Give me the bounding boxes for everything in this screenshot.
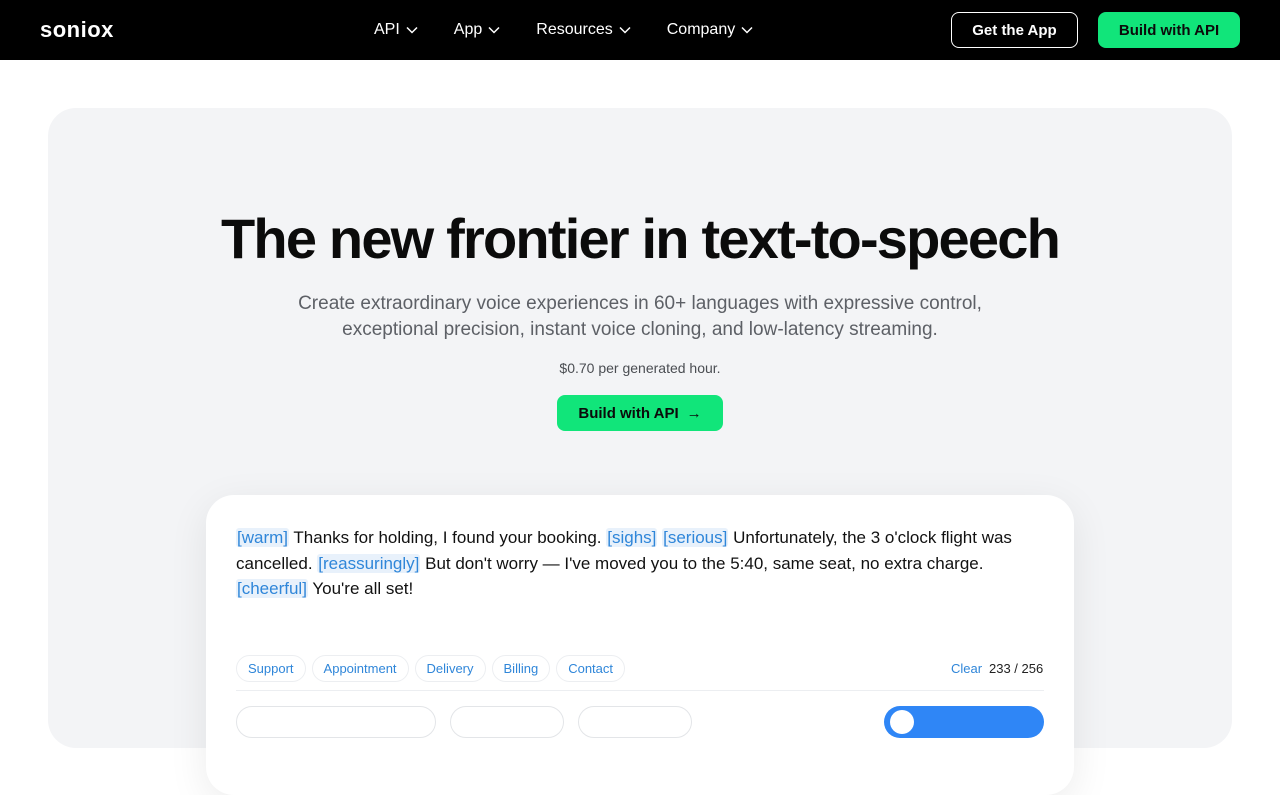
divider (236, 690, 1044, 691)
preset-chip-contact[interactable]: Contact (556, 655, 626, 682)
menu-item-api[interactable]: API (374, 21, 418, 39)
preset-chip-delivery[interactable]: Delivery (414, 655, 486, 682)
script-text: You're all set! (307, 579, 414, 598)
menu-item-app[interactable]: App (454, 21, 500, 39)
emotion-tag: [serious] (662, 528, 729, 547)
menu-item-label: App (453, 21, 483, 38)
emotion-tag: [warm] (236, 528, 289, 547)
hero-section: The new frontier in text-to-speech Creat… (48, 108, 1232, 795)
chevron-down-icon (619, 26, 631, 34)
hero-subtitle: Create extraordinary voice experiences i… (240, 291, 1040, 343)
preset-chip-support[interactable]: Support (236, 655, 306, 682)
build-with-api-button[interactable]: Build with API → (557, 395, 723, 431)
character-count: 233 / 256 (989, 661, 1044, 676)
chevron-down-icon (406, 26, 418, 34)
menu-item-resources[interactable]: Resources (536, 21, 631, 39)
preset-chip-billing[interactable]: Billing (491, 655, 551, 682)
voice-select[interactable] (450, 706, 564, 738)
emotion-tag: [reassuringly] (317, 553, 421, 573)
button-label: Build with API (578, 404, 679, 422)
menu-item-label: Company (666, 21, 736, 38)
menu-item-company[interactable]: Company (667, 21, 753, 39)
hero-subtitle-line: exceptional precision, instant voice clo… (342, 319, 938, 340)
chevron-down-icon (488, 26, 500, 34)
preset-chips: Support Appointment Delivery Billing Con… (236, 655, 631, 682)
play-icon (890, 710, 914, 734)
clear-button[interactable]: Clear (951, 661, 982, 676)
chevron-down-icon (741, 26, 753, 34)
hero-subtitle-line: Create extraordinary voice experiences i… (298, 293, 982, 314)
logo[interactable]: soniox (40, 17, 114, 43)
script-text: Thanks for holding, I found your booking… (289, 528, 607, 547)
script-editor[interactable]: [warm] Thanks for holding, I found your … (236, 525, 1046, 602)
build-with-api-nav-button[interactable]: Build with API (1098, 12, 1240, 48)
menu-item-label: Resources (536, 21, 613, 38)
arrow-right-icon: → (686, 404, 702, 422)
menu-item-label: API (374, 21, 400, 38)
generate-speech-button[interactable] (884, 706, 1044, 738)
top-nav: soniox API App Resources Company Get the… (0, 0, 1280, 60)
emotion-tag: [cheerful] (236, 579, 308, 598)
hero-title: The new frontier in text-to-speech (221, 207, 1061, 270)
tts-demo-card: [warm] Thanks for holding, I found your … (206, 495, 1074, 795)
get-app-button[interactable]: Get the App (951, 12, 1078, 48)
script-text: But don't worry — I've moved you to the … (420, 553, 984, 573)
language-select[interactable] (236, 706, 436, 738)
emotion-tag: [sighs] (606, 528, 658, 547)
pricing-note: $0.70 per generated hour. (559, 360, 721, 376)
model-select[interactable] (578, 706, 692, 738)
preset-chip-appointment[interactable]: Appointment (311, 655, 409, 682)
main-menu: API App Resources Company (374, 0, 789, 60)
